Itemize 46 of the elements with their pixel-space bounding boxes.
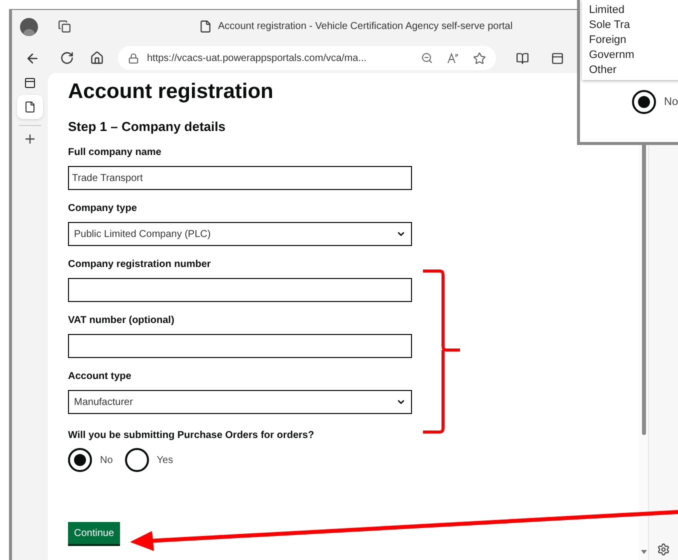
field-label: Full company name	[68, 147, 162, 159]
radio-button[interactable]	[68, 448, 92, 472]
caret-icon	[396, 397, 406, 407]
vertical-tabs-icon[interactable]	[24, 77, 36, 89]
dropdown-option[interactable]: Limited	[589, 3, 678, 18]
radio-label: No	[100, 454, 113, 468]
tabs-icon[interactable]	[58, 20, 71, 33]
profile-avatar-icon[interactable]	[20, 18, 38, 36]
caret-icon	[396, 229, 406, 239]
home-icon[interactable]	[90, 51, 104, 65]
address-bar[interactable]: https://vcacs-uat.powerappsportals.com/vca/ma...	[118, 46, 496, 70]
select-field[interactable]: Manufacturer	[68, 390, 412, 414]
continue-button[interactable]: Continue	[68, 522, 120, 544]
dropdown-option[interactable]: Foreign	[589, 33, 678, 48]
field-label: VAT number (optional)	[68, 315, 176, 327]
zoom-out-icon[interactable]	[421, 52, 433, 64]
dropdown-option[interactable]: Sole Tra	[589, 18, 678, 33]
read-aloud-icon[interactable]	[447, 52, 459, 64]
input-field[interactable]	[68, 334, 412, 358]
url-text: https://vcacs-uat.powerappsportals.com/vca/ma...	[147, 52, 367, 66]
select-field[interactable]: Public Limited Company (PLC)	[68, 222, 412, 246]
field-label: Company type	[68, 203, 138, 215]
page-title: Account registration	[68, 79, 274, 105]
collections-icon[interactable]	[551, 52, 564, 64]
radio-button[interactable]	[124, 448, 149, 472]
star-icon[interactable]	[473, 52, 486, 64]
radio-label: No	[664, 94, 678, 110]
active-tab[interactable]	[17, 95, 43, 119]
back-icon[interactable]	[25, 50, 40, 66]
input-field[interactable]: Trade Transport	[68, 166, 412, 190]
radio-label: Yes	[156, 454, 174, 468]
radio-button[interactable]	[632, 90, 656, 114]
field-label: Company registration number	[68, 259, 212, 271]
new-tab-icon[interactable]	[23, 132, 37, 146]
page-icon	[199, 20, 212, 33]
lock-icon	[128, 52, 139, 64]
refresh-icon[interactable]	[60, 51, 74, 65]
dropdown-option[interactable]: Governm	[589, 48, 678, 63]
field-label: Account type	[68, 371, 132, 383]
window-title: Account registration - Vehicle Certification Agency self-serve portal	[218, 20, 513, 34]
dropdown-option[interactable]: Other	[589, 63, 678, 78]
settings-icon[interactable]	[657, 543, 670, 556]
question-label: Will you be submitting Purchase Orders for orders?	[68, 430, 316, 442]
input-field[interactable]	[68, 278, 412, 302]
page-icon	[24, 101, 36, 113]
step-title: Step 1 – Company details	[68, 119, 226, 135]
